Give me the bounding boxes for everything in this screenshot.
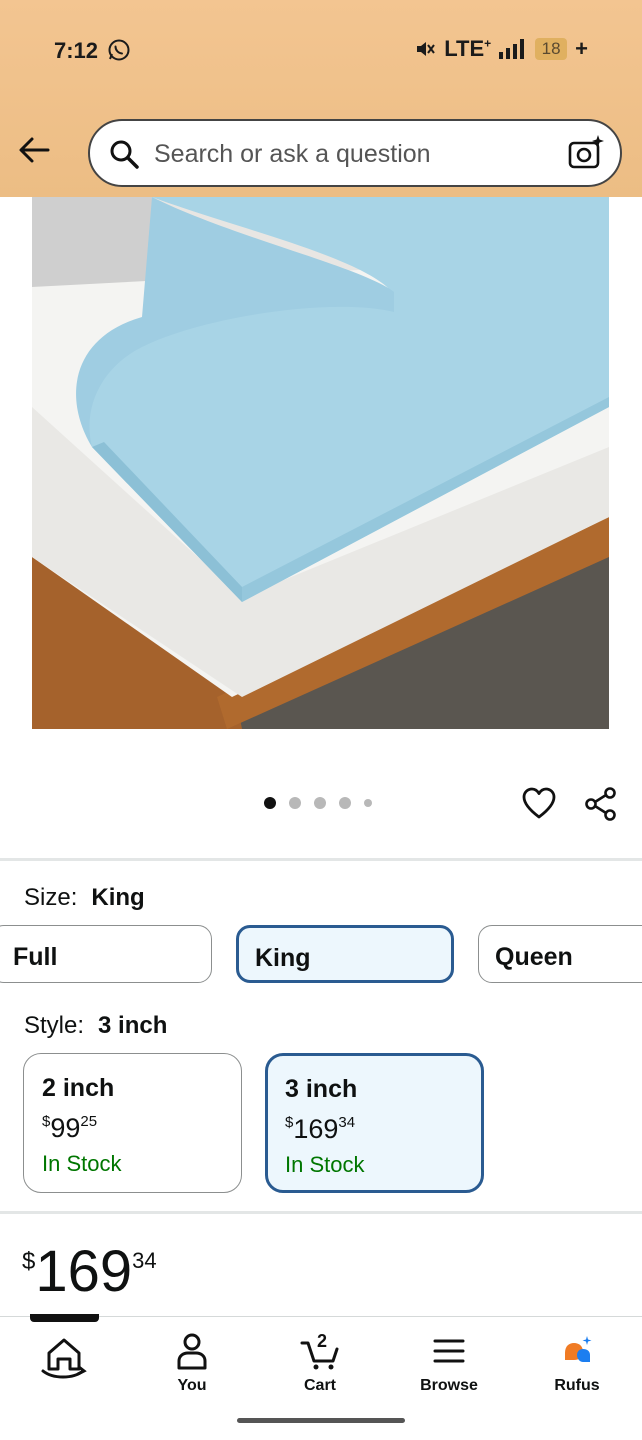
search-icon — [110, 140, 139, 169]
style-option-3-inch[interactable]: 3 inch $16934 In Stock — [265, 1053, 484, 1193]
stock-status: In Stock — [285, 1152, 365, 1177]
section-divider — [0, 1211, 642, 1214]
cart-count-badge: 2 — [317, 1331, 327, 1351]
heart-icon[interactable] — [521, 786, 557, 822]
product-image[interactable] — [32, 197, 609, 729]
nav-browse[interactable]: Browse — [399, 1331, 499, 1395]
size-label: Size: King — [24, 884, 145, 911]
carousel-dot[interactable] — [289, 797, 301, 809]
style-option-name: 2 inch — [42, 1074, 115, 1102]
whatsapp-icon — [108, 39, 130, 61]
size-option-king[interactable]: King — [236, 925, 454, 983]
home-icon — [41, 1338, 87, 1379]
network-type: LTE+ — [444, 36, 492, 61]
status-bar: 7:12 LTE+ 18 + — [0, 30, 642, 74]
rufus-icon — [565, 1336, 592, 1362]
charging-indicator: + — [575, 36, 588, 61]
carousel-dot[interactable] — [364, 799, 372, 807]
share-icon[interactable] — [583, 786, 619, 822]
style-option-2-inch[interactable]: 2 inch $9925 In Stock — [23, 1053, 242, 1193]
search-bar[interactable] — [88, 119, 622, 187]
active-tab-indicator — [30, 1314, 99, 1322]
section-divider — [0, 858, 642, 861]
cart-icon: 2 — [300, 1331, 339, 1370]
size-option-full[interactable]: Full — [0, 925, 212, 983]
product-price: $16934 — [22, 1239, 157, 1304]
camera-search-icon[interactable] — [566, 133, 606, 173]
back-arrow-icon[interactable] — [16, 132, 52, 168]
signal-icon — [499, 39, 525, 59]
carousel-dot[interactable] — [339, 797, 351, 809]
image-carousel-dots — [264, 797, 372, 809]
nav-label: You — [177, 1377, 207, 1394]
menu-icon — [433, 1339, 465, 1363]
search-input[interactable] — [154, 135, 554, 173]
nav-label: Cart — [303, 1377, 336, 1394]
carousel-dot[interactable] — [264, 797, 276, 809]
home-gesture-bar[interactable] — [237, 1418, 405, 1423]
status-time: 7:12 — [54, 38, 99, 63]
size-option-queen[interactable]: Queen — [478, 925, 642, 983]
style-option-name: 3 inch — [285, 1075, 358, 1103]
nav-cart[interactable]: 2 Cart — [270, 1331, 370, 1395]
nav-rufus[interactable]: Rufus — [527, 1331, 627, 1395]
mute-icon — [417, 42, 436, 56]
carousel-dot[interactable] — [314, 797, 326, 809]
stock-status: In Stock — [42, 1151, 122, 1176]
person-icon — [177, 1333, 207, 1370]
style-label: Style: 3 inch — [24, 1012, 168, 1039]
nav-you[interactable]: You — [142, 1331, 242, 1395]
style-option-price: $9925 — [42, 1113, 98, 1143]
nav-home[interactable] — [14, 1331, 114, 1387]
style-option-price: $16934 — [285, 1114, 356, 1144]
nav-label: Browse — [420, 1377, 478, 1394]
nav-label: Rufus — [554, 1377, 600, 1394]
battery-level: 18 — [535, 38, 568, 60]
status-right: LTE+ 18 + — [414, 36, 588, 62]
